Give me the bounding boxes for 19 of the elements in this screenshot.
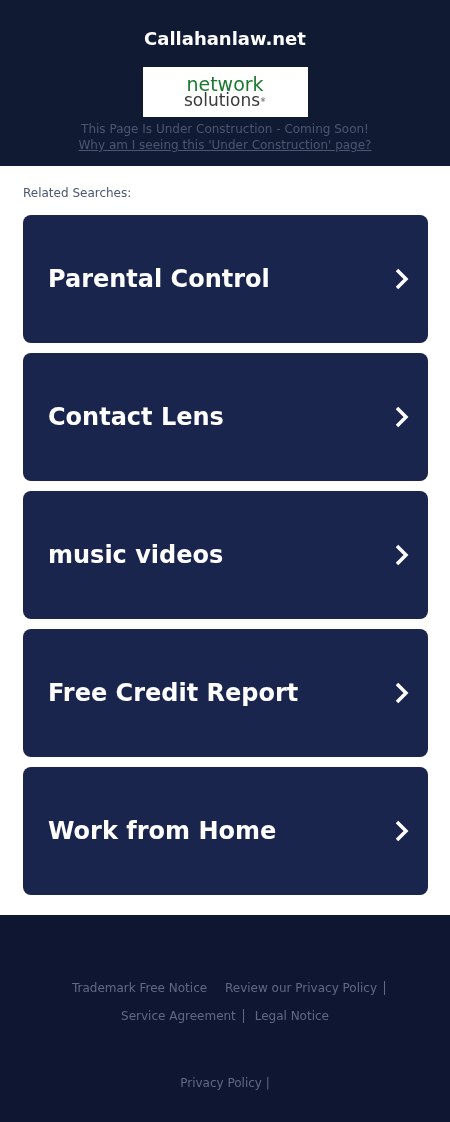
search-link-card[interactable]: music videos xyxy=(23,491,428,619)
search-link-card[interactable]: Work from Home xyxy=(23,767,428,895)
chevron-right-icon xyxy=(394,820,410,842)
construction-notice: This Page Is Under Construction - Coming Soon! xyxy=(81,121,369,137)
search-link-card[interactable]: Contact Lens xyxy=(23,353,428,481)
footer-link[interactable]: Review our Privacy Policy xyxy=(217,981,386,995)
chevron-right-icon xyxy=(394,682,410,704)
notice-link[interactable]: Why am I seeing this 'Under Construction' page? xyxy=(78,137,372,153)
privacy-policy-link[interactable]: Privacy Policy | xyxy=(180,1076,270,1090)
chevron-right-icon xyxy=(394,406,410,428)
search-link-card[interactable]: Parental Control xyxy=(23,215,428,343)
footer-link[interactable]: Service Agreement xyxy=(114,1009,244,1023)
site-title: Callahanlaw.net xyxy=(144,28,306,50)
chevron-right-icon xyxy=(394,544,410,566)
chevron-right-icon xyxy=(394,268,410,290)
footer-link[interactable]: Trademark Free Notice xyxy=(64,981,215,995)
footer-link[interactable]: Legal Notice xyxy=(247,1009,336,1023)
search-link-card[interactable]: Free Credit Report xyxy=(23,629,428,757)
related-searches-label: Related Searches: xyxy=(23,186,133,200)
